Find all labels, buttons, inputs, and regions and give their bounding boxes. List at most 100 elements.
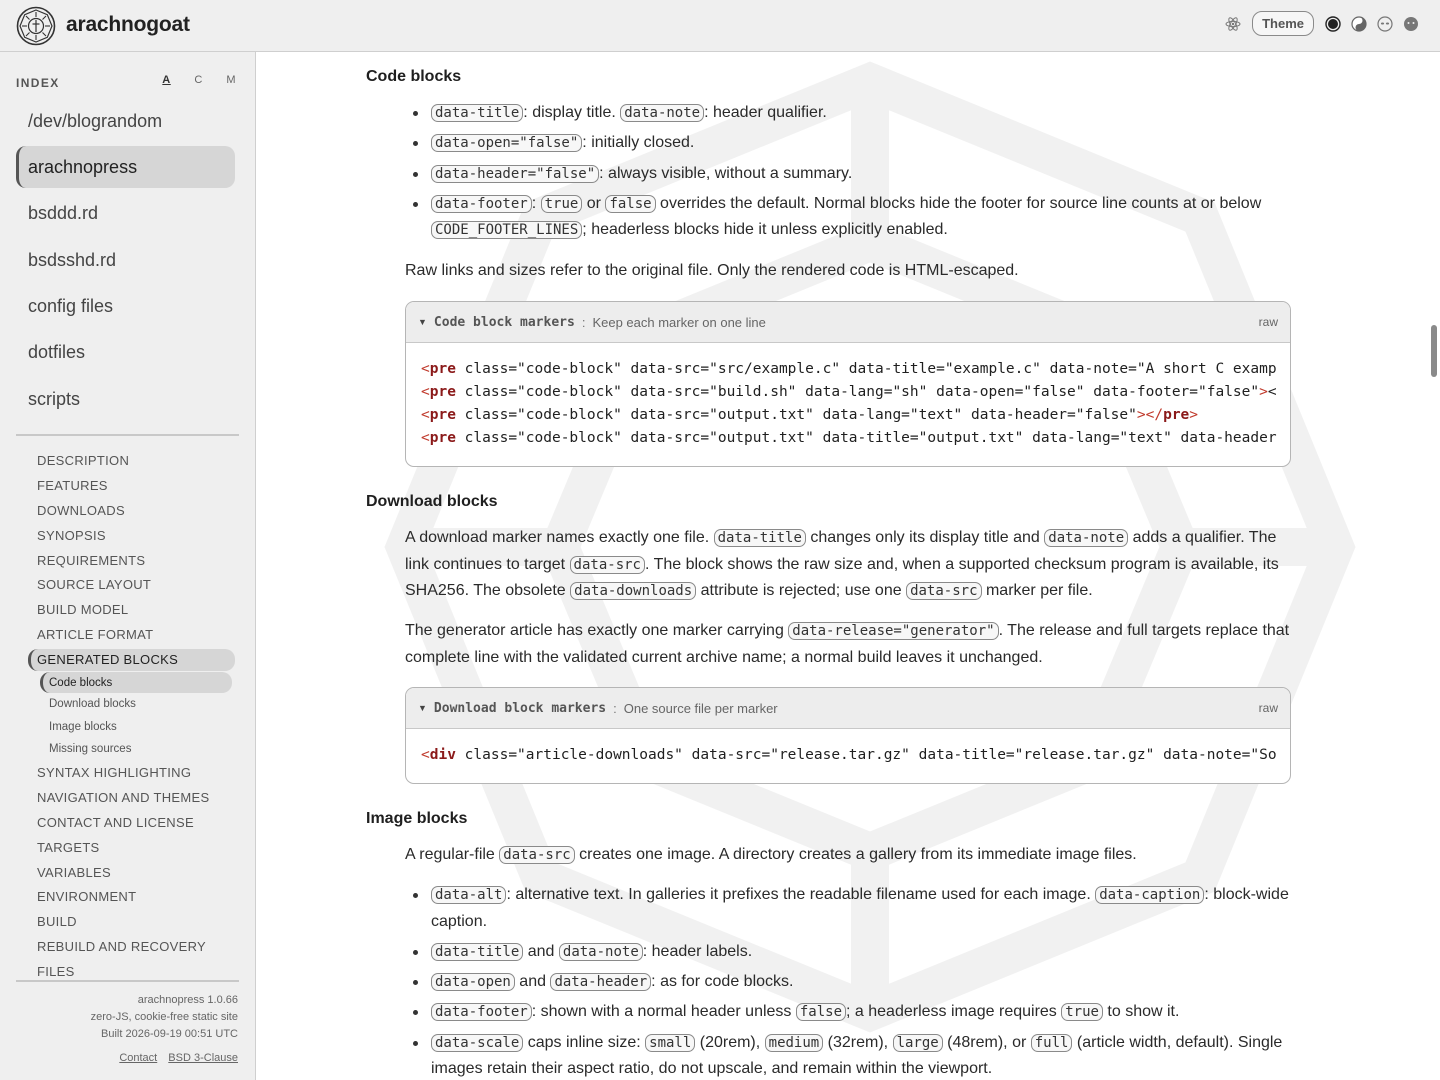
toc-item[interactable]: REQUIREMENTS — [16, 548, 239, 573]
atom-icon[interactable] — [1224, 15, 1242, 33]
inline-code: data-note — [558, 942, 643, 961]
separator: : — [581, 314, 586, 330]
toc-item-active[interactable]: GENERATED BLOCKS — [28, 648, 235, 671]
sort-alpha-link[interactable]: A — [162, 74, 170, 86]
toc-item[interactable]: NAVIGATION AND THEMES — [16, 785, 239, 810]
collapse-triangle-icon[interactable]: ▼ — [418, 703, 427, 713]
sidebar-footer-divider — [16, 980, 239, 982]
project-item[interactable]: scripts — [16, 378, 235, 420]
text: : header qualifier. — [704, 104, 827, 121]
inline-code: data-open="false" — [431, 134, 583, 153]
image-paragraph-1: A regular-file data-src creates one imag… — [405, 842, 1291, 869]
list-item: data-open="false": initially closed. — [405, 130, 1291, 157]
project-item-active[interactable]: arachnopress — [16, 146, 235, 189]
toc-item[interactable]: CONTACT AND LICENSE — [16, 810, 239, 835]
project-item[interactable]: bsdsshd.rd — [16, 239, 235, 281]
list-item: data-footer: shown with a normal header … — [405, 999, 1291, 1026]
collapse-triangle-icon[interactable]: ▼ — [418, 317, 427, 327]
sort-modified-link[interactable]: M — [226, 74, 236, 86]
text: : — [531, 194, 541, 212]
toc-item[interactable]: VARIABLES — [16, 860, 239, 885]
list-item: data-footer: true or false overrides the… — [405, 191, 1291, 244]
inline-code: data-footer — [431, 194, 532, 213]
toc-subitem[interactable]: Image blocks — [16, 715, 239, 737]
section-heading-download-blocks: Download blocks — [366, 493, 498, 510]
index-header: INDEX A C M — [16, 74, 238, 90]
toc-item[interactable]: FEATURES — [16, 473, 239, 498]
text: A regular-file — [405, 846, 500, 863]
code-line: <pre class="code-block" data-src="output… — [421, 430, 1277, 446]
toc-item[interactable]: REBUILD AND RECOVERY — [16, 934, 239, 959]
toc-item[interactable]: TARGETS — [16, 835, 239, 860]
toc-item[interactable]: DOWNLOADS — [16, 498, 239, 523]
toc-item[interactable]: BUILD — [16, 909, 239, 934]
text: A download marker names exactly one file… — [405, 529, 714, 546]
text: : alternative text. In galleries it pref… — [506, 886, 1096, 903]
toc-subitem-active[interactable]: Code blocks — [40, 672, 232, 694]
project-item[interactable]: config files — [16, 286, 235, 328]
toc-item[interactable]: BUILD MODEL — [16, 597, 239, 622]
toc-item[interactable]: SYNOPSIS — [16, 523, 239, 548]
site-logo-icon[interactable] — [16, 6, 56, 46]
project-item[interactable]: dotfiles — [16, 332, 235, 374]
inline-code: data-scale — [431, 1033, 524, 1052]
theme-button[interactable]: Theme — [1252, 11, 1314, 36]
main-content: Code blocks data-title: display title. d… — [256, 52, 1440, 1080]
inline-code: data-note — [1044, 529, 1129, 547]
dark-theme-icon[interactable] — [1324, 15, 1342, 33]
inline-code: data-title — [431, 104, 524, 122]
face-theme-icon[interactable] — [1402, 15, 1420, 33]
inline-code: data-open — [431, 973, 515, 992]
code-line: <pre class="code-block" data-src="output… — [421, 407, 1199, 423]
code-box-header[interactable]: ▼ Download block markers : One source fi… — [406, 688, 1290, 729]
toc-item[interactable]: SOURCE LAYOUT — [16, 572, 239, 597]
inline-code: data-src — [906, 582, 982, 600]
toc-subitem[interactable]: Download blocks — [16, 693, 239, 715]
text: : initially closed. — [582, 134, 695, 152]
list-item: data-alt: alternative text. In galleries… — [405, 882, 1291, 935]
toc-item[interactable]: DESCRIPTION — [16, 448, 239, 473]
inline-code: false — [795, 1003, 847, 1022]
inline-code: data-header — [550, 973, 652, 992]
inline-code: data-title — [713, 529, 806, 547]
text: ; a headerless image requires — [846, 1003, 1062, 1021]
toc-subitem[interactable]: Missing sources — [16, 738, 239, 760]
section-heading-image-blocks: Image blocks — [366, 810, 468, 827]
code-box-title: Code block markers — [433, 314, 575, 330]
toc-item[interactable]: SYNTAX HIGHLIGHTING — [16, 760, 239, 785]
toc-item[interactable]: ENVIRONMENT — [16, 884, 239, 909]
code-line: <pre class="code-block" data-src="build.… — [421, 384, 1277, 400]
code-line: <pre class="code-block" data-src="src/ex… — [421, 361, 1277, 377]
sort-created-link[interactable]: C — [194, 74, 202, 86]
download-paragraph-1: A download marker names exactly one file… — [405, 525, 1291, 605]
raw-link[interactable]: raw — [1259, 701, 1278, 715]
inline-code: data-alt — [431, 886, 507, 904]
scrollbar-thumb[interactable] — [1431, 325, 1437, 377]
site-name[interactable]: arachnogoat — [66, 13, 190, 37]
text: and — [514, 973, 551, 991]
contact-link[interactable]: Contact — [119, 1052, 157, 1064]
tagline-text: zero-JS, cookie-free static site — [90, 1011, 238, 1023]
inline-code: CODE_FOOTER_LINES — [431, 221, 583, 240]
toc-item[interactable]: FILES — [16, 959, 239, 980]
version-text: arachnopress 1.0.66 — [137, 994, 238, 1006]
raw-links-note: Raw links and sizes refer to the origina… — [405, 262, 1019, 279]
code-line: <div class="article-downloads" data-src=… — [421, 747, 1277, 763]
sidebar-divider — [16, 434, 239, 436]
project-item[interactable]: bsddd.rd — [16, 193, 235, 235]
alien-theme-icon[interactable] — [1376, 15, 1394, 33]
text: changes only its display title and — [805, 529, 1045, 546]
raw-link[interactable]: raw — [1259, 315, 1278, 329]
yin-yang-theme-icon[interactable] — [1350, 15, 1368, 33]
sidebar-footer: arachnopress 1.0.66 zero-JS, cookie-free… — [91, 992, 238, 1067]
separator: : — [613, 700, 617, 716]
code-box-subtitle: One source file per marker — [623, 700, 778, 716]
list-item: data-title: display title. data-note: he… — [405, 100, 1291, 127]
inline-code: data-src — [569, 555, 645, 574]
list-item: data-header="false": always visible, wit… — [405, 161, 1291, 188]
footer-links: Contact BSD 3-Clause — [91, 1050, 238, 1067]
license-link[interactable]: BSD 3-Clause — [168, 1052, 238, 1064]
toc-item[interactable]: ARTICLE FORMAT — [16, 622, 239, 647]
project-item[interactable]: /dev/blograndom — [16, 100, 235, 142]
code-box-header[interactable]: ▼ Code block markers : Keep each marker … — [406, 302, 1290, 343]
